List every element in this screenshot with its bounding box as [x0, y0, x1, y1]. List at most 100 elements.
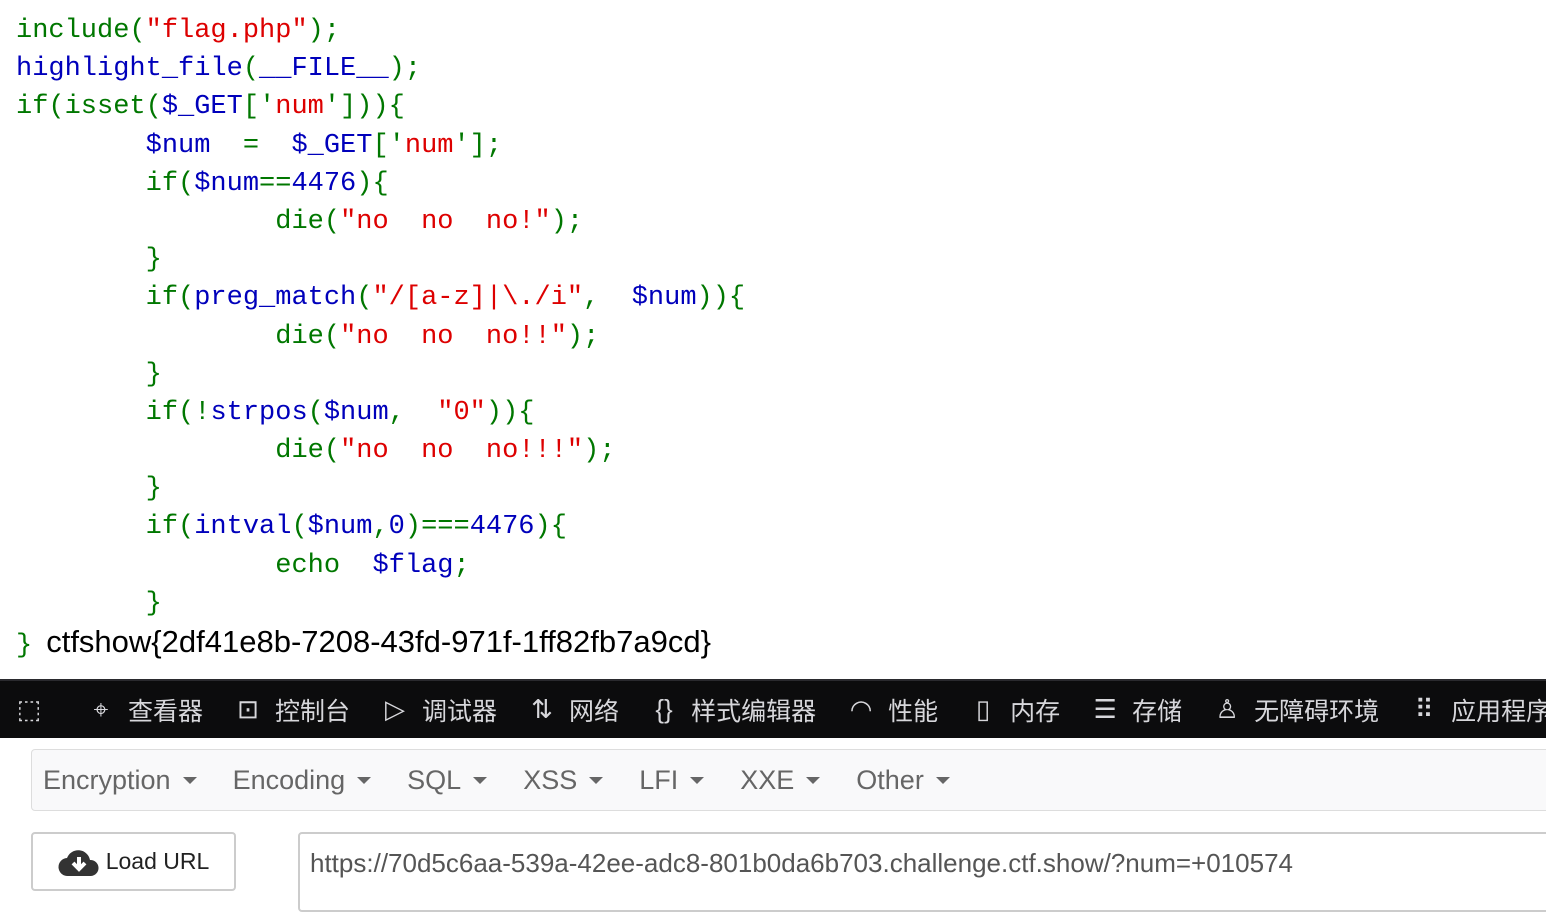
code-line: } [16, 241, 745, 279]
code-token: 4476 [469, 512, 535, 543]
element-picker-button[interactable]: ⬚ [14, 694, 56, 725]
source-code: include("flag.php"); highlight_file ( __FIL… [16, 12, 745, 661]
hackbar-menu: Encryption Encoding SQL XSS LFI XXE Other [31, 749, 1546, 811]
menu-lfi[interactable]: LFI [639, 764, 705, 796]
code-token: ( [307, 397, 324, 428]
code-line: if(isset($_GET['num'])){ [16, 88, 745, 126]
code-line: $num = $_GET['num']; [16, 127, 745, 165]
code-token: ( [291, 512, 308, 543]
code-line: } [16, 470, 745, 508]
code-line: echo $flag; [16, 547, 745, 585]
menu-encoding[interactable]: Encoding [233, 765, 372, 796]
code-line: } [16, 356, 745, 394]
code-token: } [145, 245, 162, 276]
menu-xss[interactable]: XSS [523, 765, 604, 796]
code-token: if( [145, 283, 195, 314]
code-token: num [275, 92, 324, 123]
menu-label: XXE [740, 764, 795, 795]
code-line: die("no no no!!!"); [16, 432, 745, 470]
code-token: , [388, 397, 438, 428]
code-token: == [259, 168, 292, 199]
load-url-button[interactable]: Load URL [31, 832, 236, 891]
code-token: if(isset( [16, 92, 162, 123]
tab-label: 应用程序 [1451, 697, 1546, 726]
tab-label: 无障碍环境 [1254, 697, 1380, 726]
flag-output: ctfshow{2df41e8b-7208-43fd-971f-1ff82fb7… [46, 624, 711, 659]
devtools-tab-inspector[interactable]: ⌖ 查看器 [86, 692, 203, 728]
code-token: ; [453, 550, 470, 581]
devtools-tab-application[interactable]: ⠿ 应用程序 [1409, 692, 1546, 728]
code-token: preg_match [194, 283, 357, 314]
devtools-tab-performance[interactable]: ◠ 性能 [846, 692, 938, 728]
caret-down-icon [935, 776, 950, 784]
code-token: $num [323, 397, 389, 428]
code-token: if( [145, 168, 195, 199]
code-token: [' [372, 130, 405, 161]
devtools-tab-storage[interactable]: ☰ 存储 [1090, 692, 1182, 728]
tab-label: 网络 [569, 697, 620, 726]
code-token: num [404, 130, 454, 161]
code-token: 4476 [291, 168, 357, 199]
devtools-tab-debugger[interactable]: ▷ 调试器 [380, 692, 497, 728]
storage-icon: ☰ [1093, 694, 1117, 724]
caret-down-icon [589, 776, 604, 784]
code-token: )=== [404, 512, 470, 543]
code-token: highlight_file [16, 54, 243, 85]
devtools-tab-memory[interactable]: ▯ 内存 [968, 692, 1060, 728]
devtools-tab-style-editor[interactable]: {} 样式编辑器 [649, 692, 816, 728]
tab-label: 性能 [888, 697, 939, 726]
menu-xxe[interactable]: XXE [740, 764, 821, 796]
tab-label: 查看器 [128, 697, 204, 726]
code-line: } ctfshow{2df41e8b-7208-43fd-971f-1ff82fb… [16, 623, 745, 661]
debugger-icon: ▷ [385, 694, 406, 724]
code-token: ){ [534, 512, 567, 543]
code-line: die("no no no!"); [16, 203, 745, 241]
menu-label: LFI [639, 764, 679, 795]
tab-label: 样式编辑器 [691, 697, 817, 726]
caret-down-icon [182, 776, 197, 784]
code-token: $_GET [161, 92, 243, 123]
code-token: ']; [453, 130, 503, 161]
code-token: "no no no!!" [340, 321, 567, 352]
code-token: $flag [372, 550, 454, 581]
code-token: die( [275, 436, 341, 467]
menu-other[interactable]: Other [856, 765, 950, 796]
memory-icon: ▯ [975, 694, 991, 724]
menu-encryption[interactable]: Encryption [43, 765, 197, 796]
code-token: } [145, 588, 162, 619]
tab-label: 调试器 [422, 697, 498, 726]
code-line: die("no no no!!"); [16, 318, 745, 356]
code-token: __FILE__ [259, 54, 389, 85]
code-token: )){ [485, 397, 535, 428]
menu-sql[interactable]: SQL [407, 765, 488, 796]
code-token: ); [307, 16, 341, 46]
menu-label: Encryption [43, 764, 171, 795]
menu-label: Encoding [232, 764, 346, 795]
code-token: die( [275, 206, 341, 237]
devtools-tab-console[interactable]: ⊡ 控制台 [233, 692, 350, 728]
code-token: "flag.php" [145, 16, 308, 46]
code-token: ); [566, 321, 600, 352]
network-icon: ⇅ [531, 694, 553, 724]
code-token: $num [145, 130, 243, 161]
url-input[interactable]: https://70d5c6aa-539a-42ee-adc8-801b0da6… [298, 832, 1546, 912]
caret-down-icon [806, 776, 821, 784]
inspector-icon: ⌖ [93, 693, 109, 724]
devtools-tab-accessibility[interactable]: ♙ 无障碍环境 [1212, 692, 1379, 728]
code-token: echo [275, 550, 373, 581]
code-token: , [583, 283, 632, 314]
caret-down-icon [357, 776, 372, 784]
tab-label: 存储 [1132, 697, 1183, 726]
code-line: if(preg_match("/[a-z]|\./i", $num)){ [16, 279, 746, 317]
code-line: } [16, 585, 745, 623]
code-line: include("flag.php"); [16, 12, 745, 50]
code-line: if(intval($num,0)===4476){ [16, 508, 745, 546]
code-token: $num [631, 283, 697, 314]
code-token: intval [194, 512, 292, 543]
devtools-tab-network[interactable]: ⇅ 网络 [527, 692, 619, 728]
code-token: ( [356, 283, 373, 314]
code-token: if( [145, 512, 195, 543]
code-token: ); [388, 54, 422, 85]
code-token: "0" [437, 397, 486, 428]
code-token: "/[a-z]|\./i" [372, 283, 584, 314]
